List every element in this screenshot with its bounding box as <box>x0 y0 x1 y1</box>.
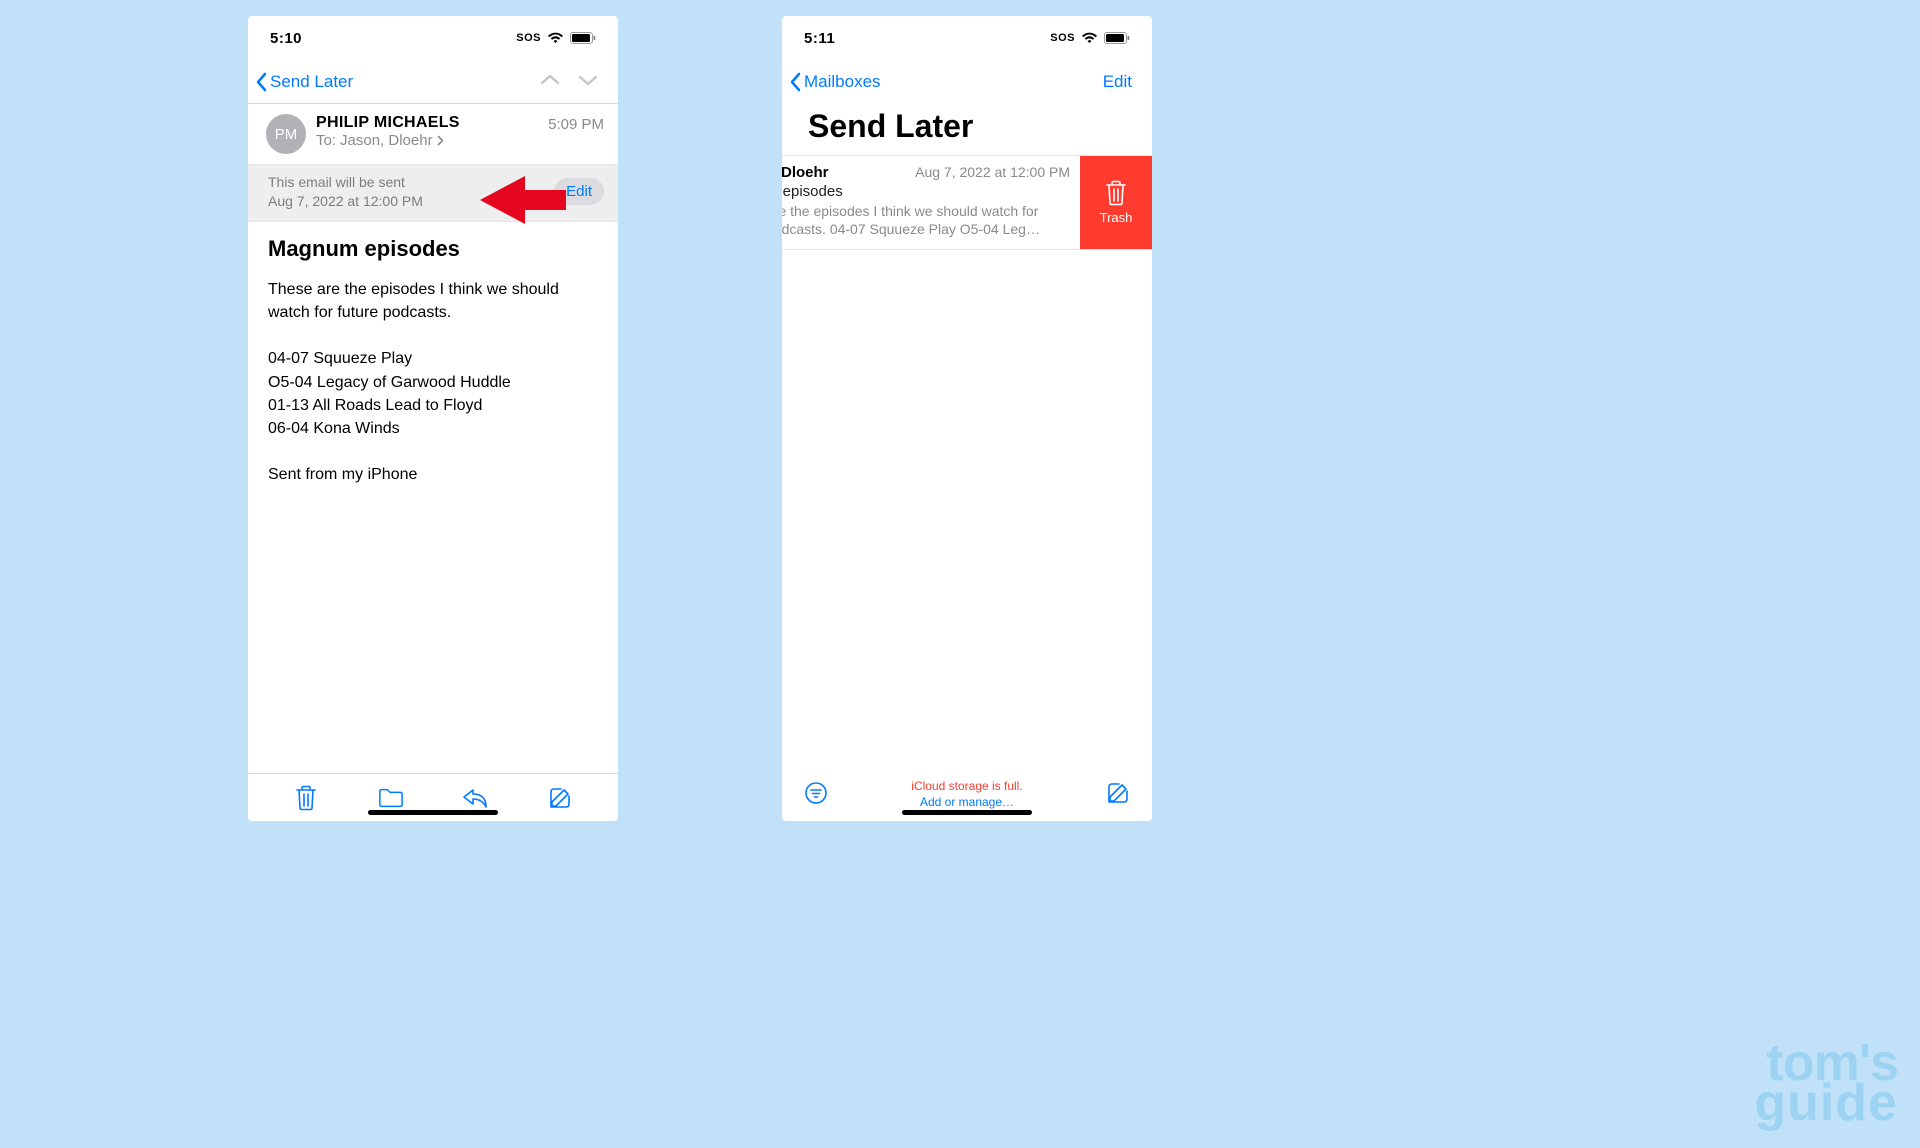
swipe-trash-button[interactable]: Trash <box>1080 156 1152 249</box>
next-message-button[interactable] <box>578 73 598 91</box>
watermark-logo: tom's guide <box>1754 1043 1898 1124</box>
wifi-icon <box>1081 32 1098 44</box>
compose-icon <box>548 786 572 810</box>
storage-notice[interactable]: iCloud storage is full. Add or manage… <box>911 779 1022 810</box>
reply-button[interactable] <box>462 785 488 811</box>
phone-screenshot-list-view: 5:11 SOS Mailboxes Edit Send Later & Dlo… <box>782 16 1152 821</box>
chevron-down-icon <box>578 74 598 86</box>
status-bar: 5:10 SOS <box>248 16 618 60</box>
compose-button[interactable] <box>547 785 573 811</box>
chevron-left-icon <box>256 72 268 92</box>
status-time: 5:11 <box>804 30 835 47</box>
battery-icon <box>570 32 596 44</box>
trash-icon <box>1105 180 1127 206</box>
trash-icon <box>295 785 317 811</box>
trash-button[interactable] <box>293 785 319 811</box>
sos-indicator: SOS <box>516 32 541 44</box>
email-body-text: These are the episodes I think we should… <box>268 278 598 487</box>
back-label: Mailboxes <box>804 72 881 92</box>
battery-icon <box>1104 32 1130 44</box>
chevron-right-icon <box>437 135 444 146</box>
back-button[interactable]: Mailboxes <box>790 72 881 92</box>
reply-icon <box>462 787 488 809</box>
edit-list-button[interactable]: Edit <box>1103 72 1144 92</box>
scheduled-date: Aug 7, 2022 at 12:00 PM <box>268 192 423 211</box>
email-header: PM PHILIP MICHAELS To: Jason, Dloehr 5:0… <box>248 104 618 165</box>
email-body: Magnum episodes These are the episodes I… <box>248 222 618 773</box>
page-title: Send Later <box>782 104 1152 155</box>
nav-bar: Mailboxes Edit <box>782 60 1152 104</box>
edit-scheduled-button[interactable]: Edit <box>554 178 604 205</box>
to-recipients: Jason, Dloehr <box>340 132 433 149</box>
chevron-up-icon <box>540 74 560 86</box>
chevron-left-icon <box>790 72 802 92</box>
status-time: 5:10 <box>270 30 302 47</box>
to-prefix: To: <box>316 132 336 149</box>
recipients-line[interactable]: To: Jason, Dloehr <box>316 132 538 149</box>
filter-button[interactable] <box>804 781 828 810</box>
storage-full-label: iCloud storage is full. <box>911 779 1022 795</box>
status-icons: SOS <box>516 32 596 44</box>
filter-icon <box>804 781 828 805</box>
folder-icon <box>378 787 404 809</box>
sender-avatar[interactable]: PM <box>266 114 306 154</box>
email-timestamp: 5:09 PM <box>548 114 604 133</box>
row-preview: are the episodes I think we should watch… <box>782 202 1070 238</box>
status-bar: 5:11 SOS <box>782 16 1152 60</box>
email-list-row[interactable]: & Dloehr Aug 7, 2022 at 12:00 PM m episo… <box>782 155 1152 250</box>
phone-screenshot-message-view: 5:10 SOS Send Later PM PH <box>248 16 618 821</box>
move-button[interactable] <box>378 785 404 811</box>
back-label: Send Later <box>270 72 353 92</box>
status-icons: SOS <box>1050 32 1130 44</box>
row-sender: & Dloehr <box>782 164 829 181</box>
scheduled-label: This email will be sent <box>268 173 423 192</box>
nav-arrows <box>540 73 610 91</box>
row-date: Aug 7, 2022 at 12:00 PM <box>915 164 1070 180</box>
sos-indicator: SOS <box>1050 32 1075 44</box>
email-subject: Magnum episodes <box>268 236 598 262</box>
trash-label: Trash <box>1100 210 1133 225</box>
home-indicator[interactable] <box>902 810 1032 815</box>
home-indicator[interactable] <box>368 810 498 815</box>
prev-message-button[interactable] <box>540 73 560 91</box>
storage-manage-link: Add or manage… <box>911 795 1022 811</box>
compose-icon <box>1106 781 1130 805</box>
nav-bar: Send Later <box>248 60 618 104</box>
wifi-icon <box>547 32 564 44</box>
sender-name[interactable]: PHILIP MICHAELS <box>316 114 538 132</box>
back-button[interactable]: Send Later <box>256 72 353 92</box>
compose-button[interactable] <box>1106 781 1130 810</box>
scheduled-send-banner: This email will be sent Aug 7, 2022 at 1… <box>248 165 618 222</box>
row-subject: m episodes <box>782 183 1070 200</box>
